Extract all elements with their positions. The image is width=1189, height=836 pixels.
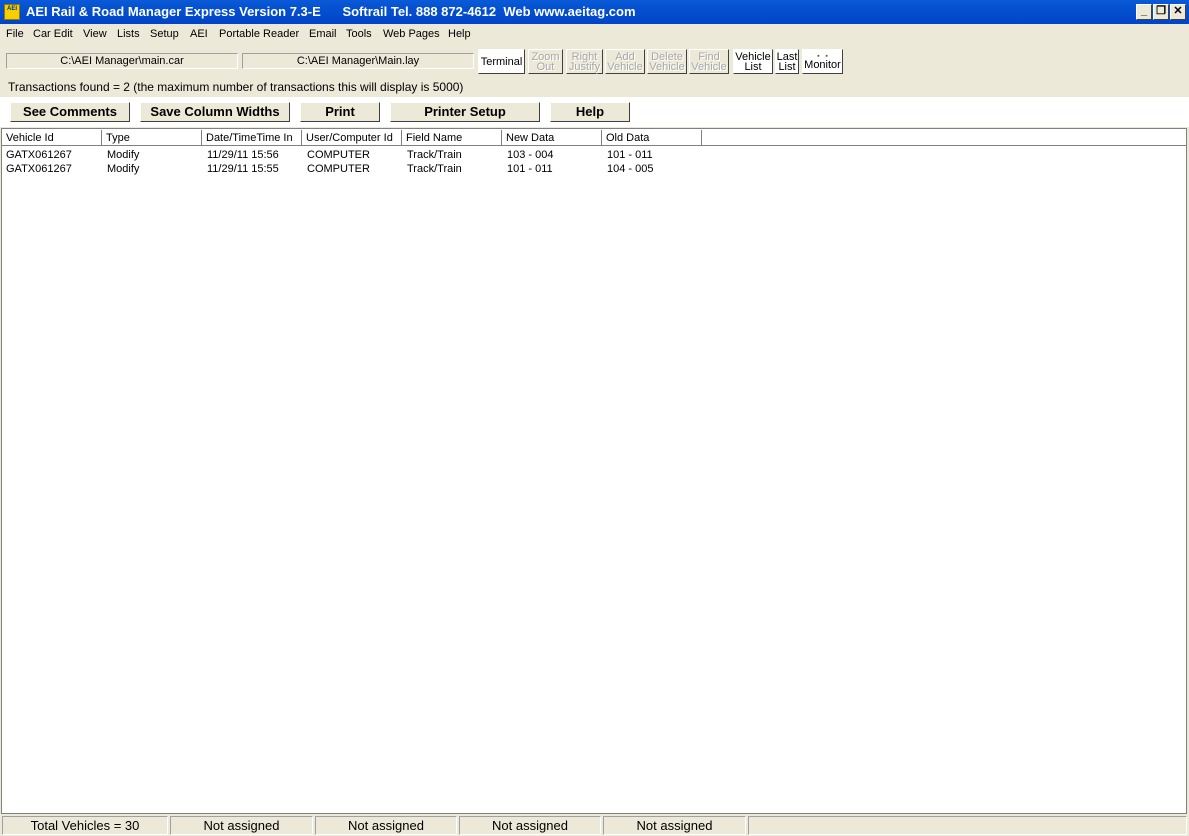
cell-field-name: Track/Train bbox=[407, 163, 462, 175]
help-button[interactable]: Help bbox=[550, 102, 630, 122]
menu-car-edit[interactable]: Car Edit bbox=[33, 28, 73, 40]
menu-email[interactable]: Email bbox=[309, 28, 337, 40]
cell-vehicle-id: GATX061267 bbox=[6, 163, 72, 175]
menu-view[interactable]: View bbox=[83, 28, 107, 40]
delete-vehicle-button[interactable]: Delete Vehicle bbox=[647, 49, 687, 74]
table-row[interactable]: GATX061267 Modify 11/29/11 15:55 COMPUTE… bbox=[2, 162, 1186, 176]
cell-user-id: COMPUTER bbox=[307, 163, 370, 175]
menu-tools[interactable]: Tools bbox=[346, 28, 372, 40]
status-panel: Not assigned bbox=[459, 816, 601, 835]
print-button[interactable]: Print bbox=[300, 102, 380, 122]
vehicle-list-button[interactable]: Vehicle List bbox=[733, 49, 773, 74]
layout-file-path: C:\AEI Manager\Main.lay bbox=[242, 53, 474, 69]
cell-new-data: 103 - 004 bbox=[507, 149, 554, 161]
cell-date-time: 11/29/11 15:55 bbox=[207, 163, 279, 175]
transactions-count: Transactions found = 2 (the maximum numb… bbox=[8, 80, 464, 94]
column-header-new-data[interactable]: New Data bbox=[502, 130, 602, 146]
cell-old-data: 101 - 011 bbox=[607, 149, 653, 161]
find-vehicle-button[interactable]: Find Vehicle bbox=[689, 49, 729, 74]
last-list-button[interactable]: Last List bbox=[775, 49, 799, 74]
monitor-button[interactable]: ▪ ▪ Monitor bbox=[802, 49, 843, 74]
terminal-button[interactable]: Terminal bbox=[478, 49, 525, 74]
cell-date-time: 11/29/11 15:56 bbox=[207, 149, 279, 161]
menu-lists[interactable]: Lists bbox=[117, 28, 140, 40]
cell-type: Modify bbox=[107, 163, 140, 175]
column-header-filler bbox=[702, 130, 1186, 146]
menu-file[interactable]: File bbox=[6, 28, 24, 40]
see-comments-button[interactable]: See Comments bbox=[10, 102, 130, 122]
status-panel: Not assigned bbox=[315, 816, 457, 835]
cell-new-data: 101 - 011 bbox=[507, 163, 553, 175]
menu-setup[interactable]: Setup bbox=[150, 28, 179, 40]
column-header-date-time[interactable]: Date/TimeTime In bbox=[202, 130, 302, 146]
cell-type: Modify bbox=[107, 149, 140, 161]
printer-setup-button[interactable]: Printer Setup bbox=[390, 102, 540, 122]
save-column-widths-button[interactable]: Save Column Widths bbox=[140, 102, 290, 122]
cell-old-data: 104 - 005 bbox=[607, 163, 654, 175]
action-button-row: See Comments Save Column Widths Print Pr… bbox=[0, 97, 1189, 127]
menu-portable-reader[interactable]: Portable Reader bbox=[219, 28, 299, 40]
right-justify-button[interactable]: Right Justify bbox=[566, 49, 603, 74]
minimize-button[interactable]: _ bbox=[1136, 4, 1152, 20]
status-panel-empty bbox=[748, 816, 1187, 835]
cell-vehicle-id: GATX061267 bbox=[6, 149, 72, 161]
status-panel: Not assigned bbox=[170, 816, 313, 835]
grid-header: Vehicle Id Type Date/TimeTime In User/Co… bbox=[2, 130, 1186, 146]
window-title: AEI Rail & Road Manager Express Version … bbox=[26, 4, 636, 19]
menu-web-pages[interactable]: Web Pages bbox=[383, 28, 440, 40]
menu-aei[interactable]: AEI bbox=[190, 28, 208, 40]
menu-bar: File Car Edit View Lists Setup AEI Porta… bbox=[0, 25, 1189, 45]
column-header-vehicle-id[interactable]: Vehicle Id bbox=[2, 130, 102, 146]
table-row[interactable]: GATX061267 Modify 11/29/11 15:56 COMPUTE… bbox=[2, 148, 1186, 162]
status-bar: Total Vehicles = 30 Not assigned Not ass… bbox=[0, 815, 1189, 836]
column-header-old-data[interactable]: Old Data bbox=[602, 130, 702, 146]
menu-help[interactable]: Help bbox=[448, 28, 471, 40]
title-bar: AEI AEI Rail & Road Manager Express Vers… bbox=[0, 0, 1189, 24]
close-button[interactable]: ✕ bbox=[1170, 4, 1186, 20]
restore-button[interactable]: ❐ bbox=[1153, 4, 1169, 20]
car-file-path: C:\AEI Manager\main.car bbox=[6, 53, 238, 69]
status-total-vehicles: Total Vehicles = 30 bbox=[2, 816, 168, 835]
status-panel: Not assigned bbox=[603, 816, 746, 835]
column-header-user-computer-id[interactable]: User/Computer Id bbox=[302, 130, 402, 146]
add-vehicle-button[interactable]: Add Vehicle bbox=[605, 49, 645, 74]
app-icon: AEI bbox=[4, 4, 20, 20]
transactions-grid[interactable]: Vehicle Id Type Date/TimeTime In User/Co… bbox=[1, 128, 1187, 814]
cell-user-id: COMPUTER bbox=[307, 149, 370, 161]
column-header-type[interactable]: Type bbox=[102, 130, 202, 146]
cell-field-name: Track/Train bbox=[407, 149, 462, 161]
zoom-out-button[interactable]: Zoom Out bbox=[528, 49, 563, 74]
column-header-field-name[interactable]: Field Name bbox=[402, 130, 502, 146]
